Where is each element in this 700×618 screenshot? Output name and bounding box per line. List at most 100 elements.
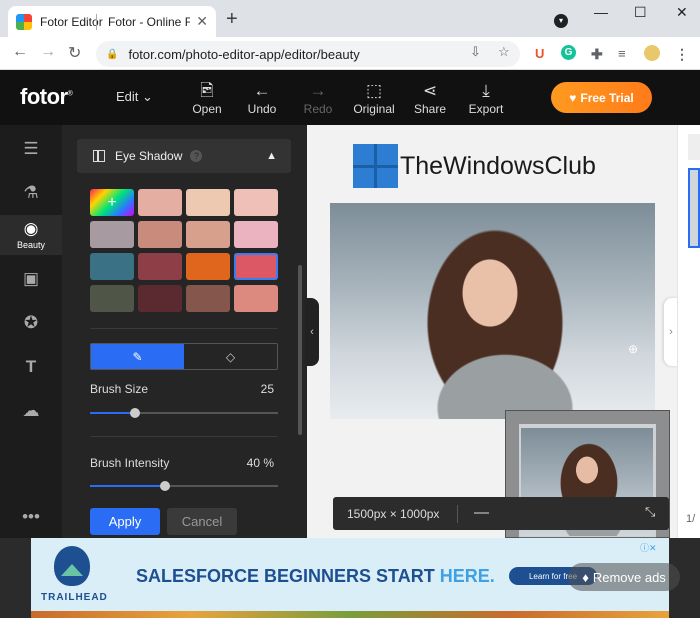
sticker-star-icon[interactable]: ✪ [0,313,62,333]
color-swatch[interactable] [90,253,134,280]
chevron-up-icon[interactable]: ▲ [266,150,277,162]
slider-handle[interactable] [160,481,171,491]
maximize-icon[interactable]: ☐ [634,4,647,21]
close-tab-icon[interactable]: ✕ [196,13,208,30]
color-swatch[interactable] [138,285,182,312]
free-trial-button[interactable]: ♥ Free Trial [551,82,652,113]
custom-color-button[interactable]: + [90,189,134,216]
eraser-button[interactable]: ◇ [184,344,277,369]
tab-fotor-online[interactable]: Fotor - Online Fo ✕ [100,6,216,37]
reload-icon[interactable]: ↻ [68,43,81,63]
ad-headline: SALESFORCE BEGINNERS START HERE. [136,566,495,586]
avatar[interactable] [644,45,660,61]
rail-item-label: Beauty [16,240,46,250]
lock-icon: 🔒 [106,48,119,60]
back-icon[interactable]: ← [12,43,28,61]
color-swatch[interactable] [186,221,230,248]
new-tab-button[interactable]: + [226,8,238,31]
color-swatch[interactable] [186,189,230,216]
profile-menu-icon[interactable]: ▾ [554,14,568,28]
cancel-button[interactable]: Cancel [167,508,237,535]
color-swatch[interactable] [90,221,134,248]
gem-icon: ♦ [582,569,589,585]
page-thumbnail-active[interactable] [688,168,700,248]
tab-separator [96,14,97,30]
collapse-panel-button[interactable]: ‹ [305,298,319,366]
panel-title: Eye Shadow [115,149,183,163]
color-swatch[interactable] [234,221,278,248]
divider [90,328,278,329]
eye-shadow-panel: Eye Shadow ? ▲ + ✎ ◇ Brush Size 25 Brush… [62,125,307,538]
redo-button[interactable]: → Redo [293,80,343,116]
edit-menu-button[interactable]: Edit ⌄ [116,89,153,105]
brush-button[interactable]: ✎ [91,344,184,369]
share-button[interactable]: ⋖ Share [405,80,455,116]
adjust-icon[interactable]: ☰ [0,139,62,159]
tab-title: Fotor - Online Fo [108,14,191,29]
effects-flask-icon[interactable]: ⚗ [0,183,62,203]
close-window-icon[interactable]: ✕ [676,4,688,21]
address-bar[interactable]: 🔒 fotor.com/photo-editor-app/editor/beau… [96,41,520,67]
original-button[interactable]: ⬚ Original [349,80,399,116]
extension-u-icon[interactable]: U [535,46,544,61]
fotor-logo[interactable]: fotor® [20,84,73,110]
grammarly-icon[interactable]: G [561,45,576,60]
page-thumbnail[interactable] [688,134,700,160]
more-icon[interactable]: ••• [0,507,62,527]
text-icon[interactable]: T [0,357,62,377]
color-swatch[interactable] [186,253,230,280]
frame-icon[interactable]: ▣ [0,269,62,289]
open-button[interactable]: 🖻 Open [182,80,232,116]
slider-handle[interactable] [130,408,141,418]
color-swatch[interactable] [138,221,182,248]
export-button[interactable]: ⤓ Export [461,80,511,116]
remove-ads-button[interactable]: ♦ Remove ads [568,563,680,591]
color-swatch[interactable] [234,285,278,312]
bookmark-star-icon[interactable]: ☆ [498,44,510,60]
layout-icon [93,150,105,162]
eye-icon: ◉ [23,219,39,238]
forward-icon[interactable]: → [40,43,56,61]
browser-menu-icon[interactable]: ⋮ [675,46,689,63]
install-app-icon[interactable]: ⇩ [470,44,481,60]
ad-brand: TRAILHEAD [41,592,108,603]
media-queue-icon[interactable]: ≡ [618,46,626,61]
panel-scrollbar[interactable] [298,265,302,435]
brush-icon: ✎ [132,349,143,364]
ad-choices-icon[interactable]: ⓘ✕ [640,541,657,554]
minimize-icon[interactable]: — [594,4,608,20]
brush-intensity-slider[interactable] [90,481,278,491]
color-swatch[interactable] [90,285,134,312]
color-swatch[interactable] [138,253,182,280]
expand-right-panel-button[interactable]: › [664,298,678,366]
chevron-down-icon: ⌄ [142,89,153,104]
ad-illustration [31,611,669,618]
cloud-upload-icon[interactable]: ☁ [0,401,62,421]
undo-button[interactable]: ← Undo [237,80,287,116]
tool-rail: ☰ ⚗ ◉ Beauty ▣ ✪ T ☁ ••• [0,125,62,538]
color-swatch[interactable] [138,189,182,216]
brush-size-label: Brush Size [90,382,149,396]
brush-size-slider[interactable] [90,408,278,418]
trailhead-logo-icon [54,546,90,586]
zoom-bar: 1500px × 1000px — ⤡ [333,497,669,530]
color-swatch[interactable] [234,253,278,280]
eraser-icon: ◇ [225,349,236,364]
color-swatch[interactable] [186,285,230,312]
image-plus-icon: 🖻 [200,81,214,100]
watermark-text: TheWindowsClub [400,151,596,180]
help-icon[interactable]: ? [190,150,203,162]
thewindowsclub-logo-icon [353,144,398,188]
edited-photo[interactable] [330,203,655,419]
color-swatch[interactable] [234,189,278,216]
fit-screen-icon[interactable]: ⤡ [645,504,655,520]
browser-tab-bar: Fotor Editor Fotor - Online Fo ✕ + ▾ — ☐… [0,0,700,37]
url-text: fotor.com/photo-editor-app/editor/beauty [128,46,360,62]
apply-button[interactable]: Apply [90,508,160,535]
zoom-out-button[interactable]: — [474,504,489,521]
arrow-right-icon: → [309,81,327,100]
rail-item-beauty[interactable]: ◉ Beauty [0,215,62,255]
panel-header[interactable]: Eye Shadow ? ▲ [77,139,291,173]
extensions-puzzle-icon[interactable]: ✚ [591,46,603,63]
image-icon: ⬚ [365,81,383,100]
